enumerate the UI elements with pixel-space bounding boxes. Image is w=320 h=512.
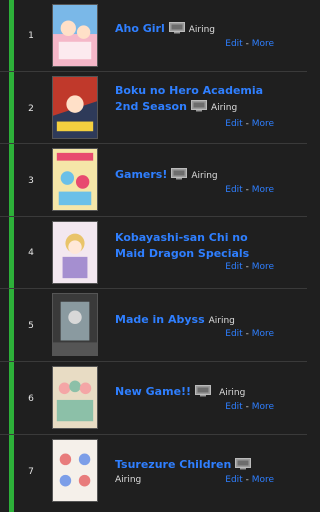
cover-image[interactable] [52, 439, 98, 502]
more-link[interactable]: More [252, 119, 274, 129]
anime-title-link[interactable]: Kobayashi-san Chi no [115, 231, 248, 244]
list-item: 6 New Game!! Airing Edit - More [0, 362, 307, 435]
airing-status-bar [9, 0, 14, 71]
airing-status-bar [9, 289, 14, 361]
anime-list: 1 Aho Girl Airing Edit - More 2 Boku no H… [0, 0, 307, 512]
edit-link[interactable]: Edit [225, 39, 242, 49]
more-link[interactable]: More [252, 402, 274, 412]
anime-title-link[interactable]: Gamers! [115, 168, 167, 181]
row-actions: Edit - More [225, 475, 274, 485]
cover-image[interactable] [52, 4, 98, 67]
row-actions: Edit - More [225, 402, 274, 412]
link-separator: - [242, 39, 252, 49]
rank-number: 5 [28, 321, 34, 331]
tv-icon [195, 385, 212, 397]
list-item: 1 Aho Girl Airing Edit - More [0, 0, 307, 72]
anime-title-link[interactable]: New Game!! [115, 385, 191, 398]
tv-icon [190, 100, 207, 112]
cover-image[interactable] [52, 366, 98, 429]
tv-icon [168, 22, 185, 34]
more-link[interactable]: More [252, 475, 274, 485]
row-actions: Edit - More [225, 39, 274, 49]
rank-number: 4 [28, 248, 34, 258]
airing-status: Airing [208, 316, 235, 326]
cover-image[interactable] [52, 76, 98, 139]
rank-number: 3 [28, 176, 34, 186]
link-separator: - [242, 262, 252, 272]
airing-status-bar [9, 217, 14, 288]
airing-status: Airing [188, 25, 216, 35]
cover-image[interactable] [52, 221, 98, 284]
list-item: 3 Gamers! Airing Edit - More [0, 144, 307, 217]
row-actions: Edit - More [225, 119, 274, 129]
airing-status: Airing [210, 103, 238, 113]
rank-number: 1 [28, 31, 34, 41]
more-link[interactable]: More [252, 39, 274, 49]
cover-image[interactable] [52, 293, 98, 356]
list-item: 4 Kobayashi-san Chi no Maid Dragon Speci… [0, 217, 307, 289]
edit-link[interactable]: Edit [225, 262, 242, 272]
edit-link[interactable]: Edit [225, 329, 242, 339]
row-actions: Edit - More [225, 185, 274, 195]
airing-status-bar [9, 362, 14, 434]
anime-title-link-line2[interactable]: 2nd Season [115, 100, 187, 113]
rank-number: 2 [28, 104, 34, 114]
anime-title-link-line2[interactable]: Maid Dragon Specials [115, 247, 249, 260]
edit-link[interactable]: Edit [225, 119, 242, 129]
link-separator: - [242, 475, 252, 485]
rank-number: 7 [28, 467, 34, 477]
list-item: 7 Tsurezure Children Airing Edit - More [0, 435, 307, 512]
airing-status: Airing [115, 475, 142, 485]
airing-status-bar [9, 72, 14, 143]
more-link[interactable]: More [252, 185, 274, 195]
anime-title-link[interactable]: Made in Abyss [115, 313, 205, 326]
link-separator: - [242, 185, 252, 195]
more-link[interactable]: More [252, 329, 274, 339]
link-separator: - [242, 329, 252, 339]
anime-title-link[interactable]: Tsurezure Children [115, 458, 231, 471]
airing-status-bar [9, 144, 14, 216]
link-separator: - [242, 402, 252, 412]
anime-title-link[interactable]: Boku no Hero Academia [115, 84, 263, 97]
anime-title-link[interactable]: Aho Girl [115, 22, 165, 35]
tv-icon [171, 168, 188, 180]
edit-link[interactable]: Edit [225, 402, 242, 412]
tv-icon [235, 458, 252, 470]
airing-status-bar [9, 435, 14, 512]
airing-status: Airing [219, 388, 246, 398]
list-item: 2 Boku no Hero Academia 2nd Season Airing… [0, 72, 307, 144]
more-link[interactable]: More [252, 262, 274, 272]
row-actions: Edit - More [225, 329, 274, 339]
link-separator: - [242, 119, 252, 129]
row-actions: Edit - More [225, 262, 274, 272]
edit-link[interactable]: Edit [225, 475, 242, 485]
rank-number: 6 [28, 394, 34, 404]
list-item: 5 Made in Abyss Airing Edit - More [0, 289, 307, 362]
cover-image[interactable] [52, 148, 98, 211]
airing-status: Airing [191, 171, 218, 181]
edit-link[interactable]: Edit [225, 185, 242, 195]
